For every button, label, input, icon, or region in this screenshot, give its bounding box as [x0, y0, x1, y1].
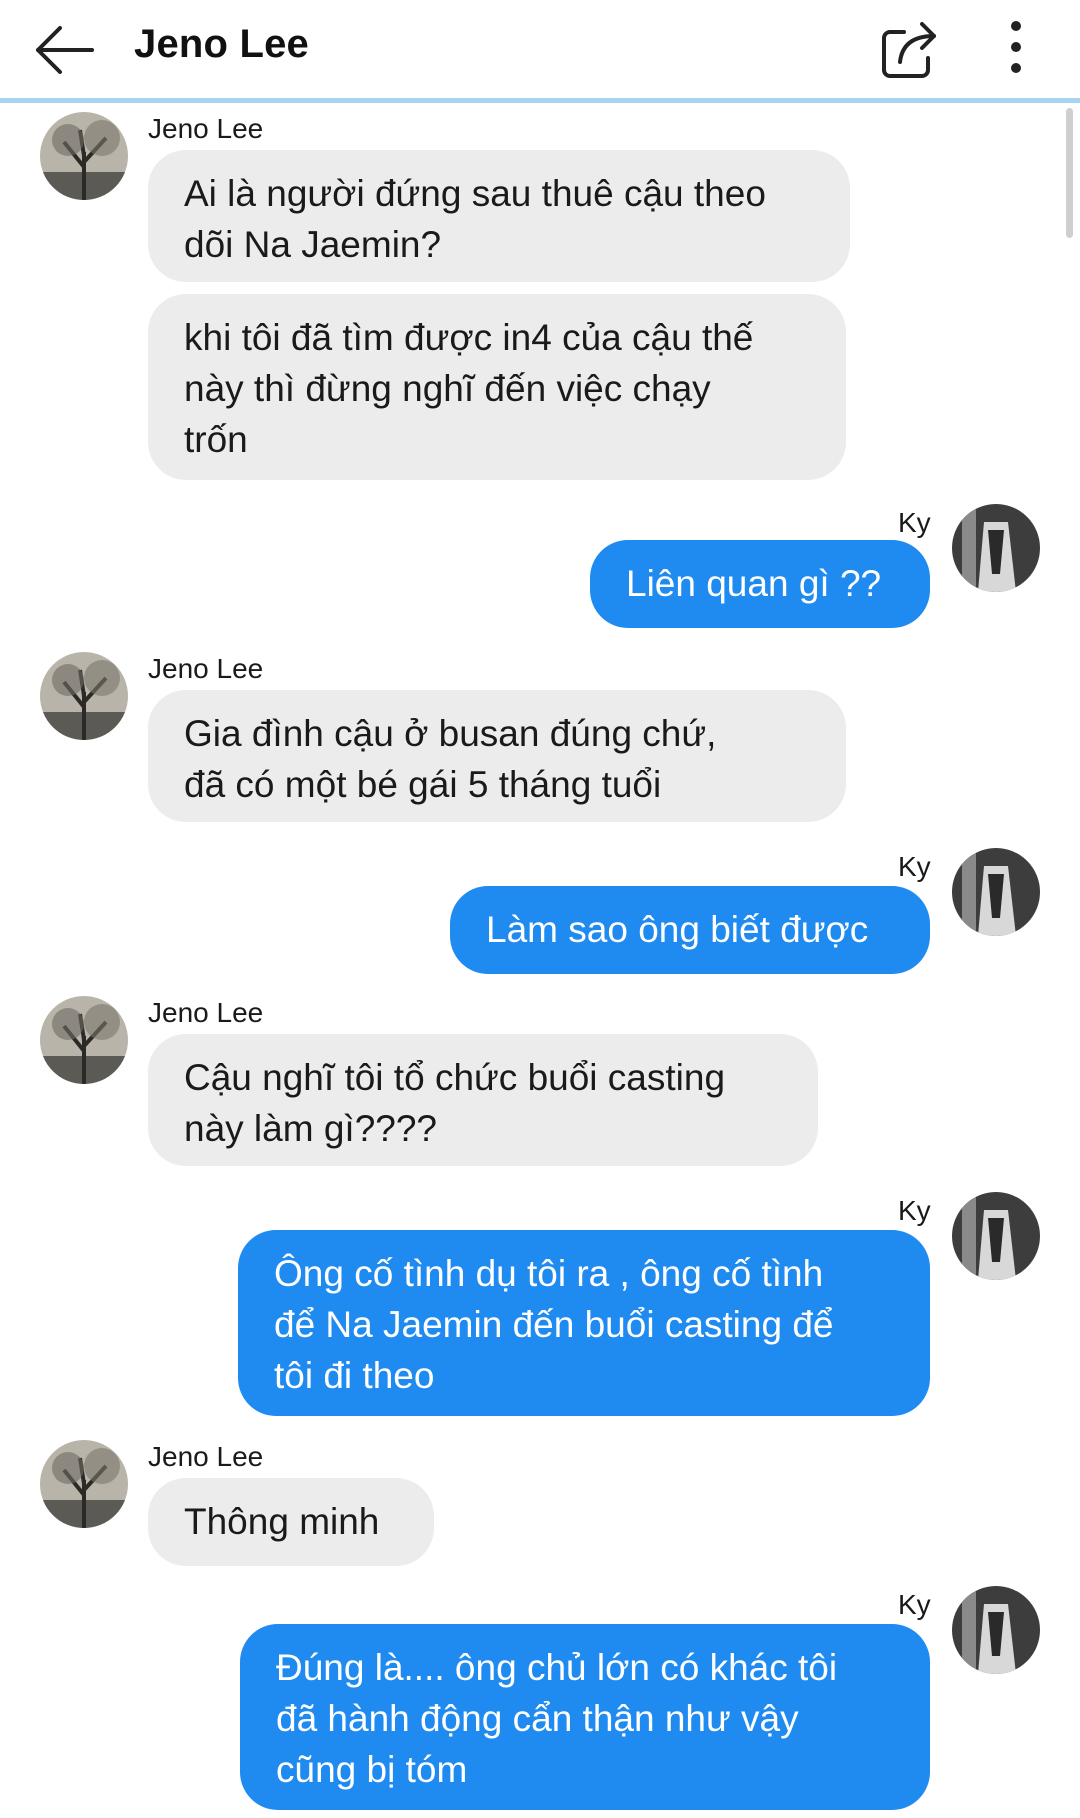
message-bubble[interactable]: khi tôi đã tìm được in4 của cậu thế này …: [148, 294, 846, 480]
message-bubble[interactable]: Gia đình cậu ở busan đúng chứ, đã có một…: [148, 690, 846, 822]
scrollbar[interactable]: [1066, 108, 1073, 238]
arrow-left-icon: [36, 26, 94, 74]
message-bubble[interactable]: Thông minh: [148, 1478, 434, 1566]
share-button[interactable]: [876, 14, 942, 84]
sender-name: Ky: [898, 851, 931, 882]
chat-header: Jeno Lee: [0, 0, 1080, 103]
header-divider: [0, 98, 1080, 103]
sender-name: Jeno Lee: [148, 1441, 264, 1472]
sender-name: Ky: [898, 507, 931, 538]
avatar[interactable]: [40, 652, 128, 740]
message-bubble[interactable]: Đúng là.... ông chủ lớn có khác tôi đã h…: [240, 1624, 930, 1810]
message-bubble[interactable]: Ông cố tình dụ tôi ra , ông cố tình để N…: [238, 1230, 930, 1416]
message-bubble[interactable]: Ai là người đứng sau thuê cậu theo dõi N…: [148, 150, 850, 282]
avatar[interactable]: [952, 504, 1040, 592]
more-options-button[interactable]: [990, 14, 1042, 84]
avatar[interactable]: [40, 1440, 128, 1528]
message-bubble[interactable]: Làm sao ông biết được: [450, 886, 930, 974]
sender-name: Ky: [898, 1195, 931, 1226]
avatar[interactable]: [40, 112, 128, 200]
avatar[interactable]: [40, 996, 128, 1084]
sender-name: Ky: [898, 1589, 931, 1620]
sender-name: Jeno Lee: [148, 113, 264, 144]
conversation-title: Jeno Lee: [134, 22, 309, 66]
message-bubble[interactable]: Liên quan gì ??: [590, 540, 930, 628]
avatar[interactable]: [952, 848, 1040, 936]
message-bubble[interactable]: Cậu nghĩ tôi tổ chức buổi casting này là…: [148, 1034, 818, 1166]
back-button[interactable]: [28, 14, 108, 86]
more-vertical-icon: [1011, 21, 1021, 73]
avatar[interactable]: [952, 1586, 1040, 1674]
sender-name: Jeno Lee: [148, 997, 264, 1028]
sender-name: Jeno Lee: [148, 653, 264, 684]
share-icon: [882, 22, 936, 78]
avatar[interactable]: [952, 1192, 1040, 1280]
